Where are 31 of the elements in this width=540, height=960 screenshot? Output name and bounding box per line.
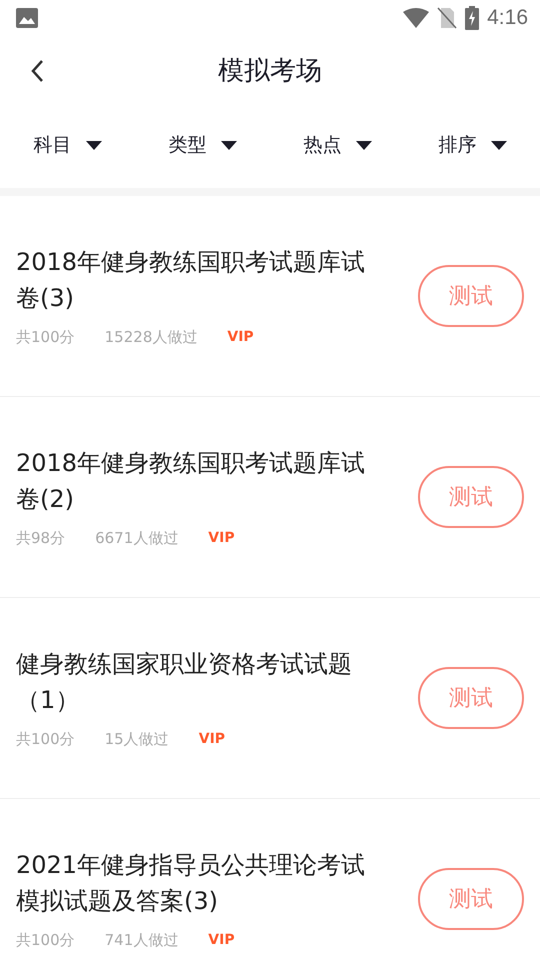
clock-time: 4:16 bbox=[487, 5, 528, 32]
vip-label: VIP bbox=[227, 328, 254, 346]
taker-count: 741人做过 bbox=[104, 930, 178, 951]
taker-count: 15228人做过 bbox=[104, 326, 198, 348]
caret-icon bbox=[490, 140, 506, 150]
exam-title: 健身教练国家职业资格考试试题（1） bbox=[16, 648, 353, 716]
exam-title: 2018年健身教练国职考试题库试卷(2) bbox=[16, 448, 366, 515]
battery-icon bbox=[465, 6, 480, 30]
exam-title: 2021年健身指导员公共理论考试模拟试题及答案(3) bbox=[16, 850, 366, 917]
caret-icon bbox=[356, 140, 372, 150]
exam-score: 共100分 bbox=[16, 930, 75, 951]
filter-dropdown[interactable]: 科目 bbox=[32, 126, 104, 164]
taker-count: 6671人做过 bbox=[95, 528, 178, 549]
exam-title: 2018年健身教练国职考试题库试卷(3) bbox=[16, 246, 366, 314]
filter-dropdown[interactable]: 类型 bbox=[166, 126, 238, 164]
vip-label: VIP bbox=[208, 528, 235, 548]
exam-score: 共100分 bbox=[16, 728, 75, 750]
filter-dropdown[interactable]: 排序 bbox=[436, 126, 508, 164]
taker-count: 15人做过 bbox=[104, 728, 169, 750]
vip-label: VIP bbox=[198, 730, 226, 748]
filter-dropdown[interactable]: 热点 bbox=[302, 126, 374, 164]
caret-icon bbox=[86, 140, 102, 150]
exam-score: 共98分 bbox=[16, 528, 66, 549]
image-icon bbox=[16, 8, 38, 28]
caret-icon bbox=[220, 140, 236, 150]
page-title: 模拟考场 bbox=[218, 54, 322, 88]
vip-label: VIP bbox=[208, 930, 235, 950]
wifi-icon bbox=[403, 8, 430, 28]
no-sim-icon bbox=[437, 7, 458, 29]
exam-score: 共100分 bbox=[16, 326, 75, 348]
back-button[interactable] bbox=[30, 58, 44, 83]
